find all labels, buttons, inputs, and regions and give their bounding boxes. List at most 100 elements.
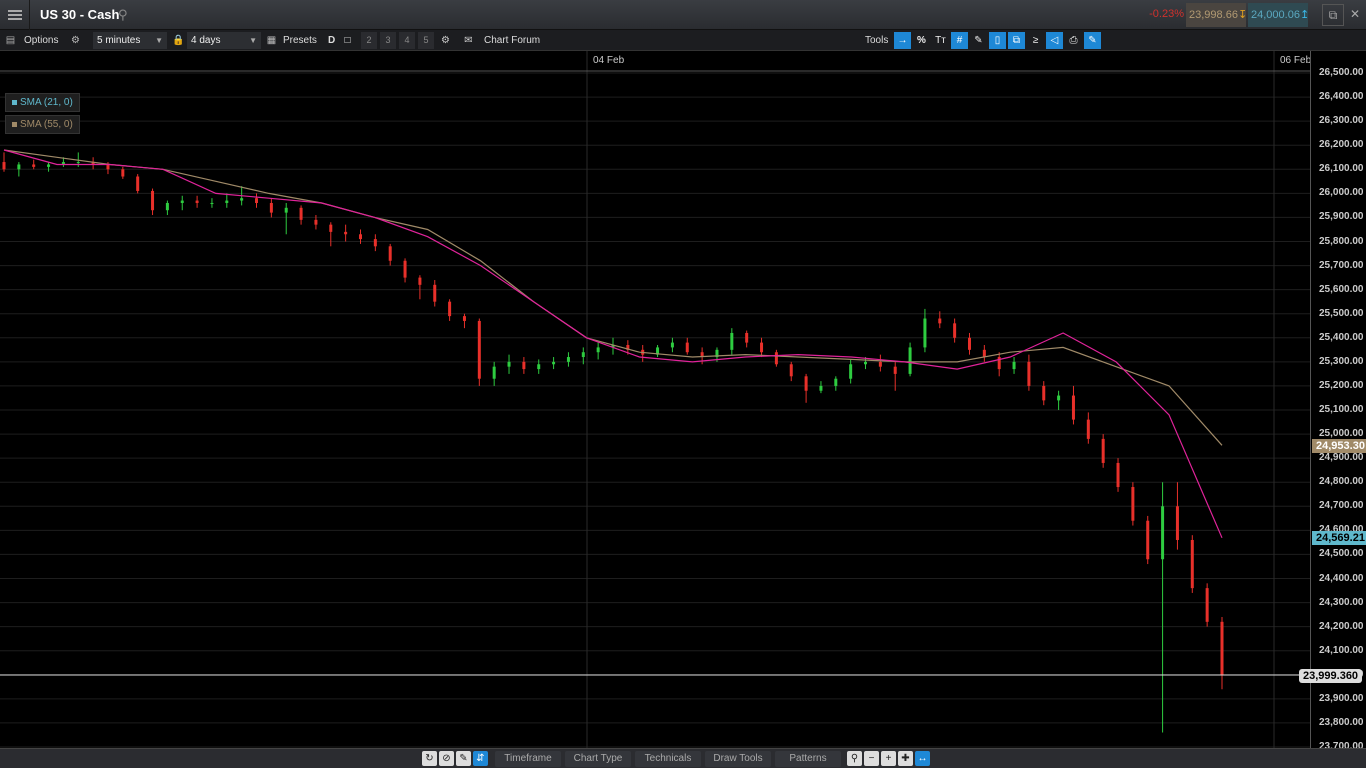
- price-axis[interactable]: [1310, 51, 1366, 748]
- candle-body[interactable]: [373, 239, 377, 247]
- candle-body[interactable]: [17, 164, 21, 170]
- candle-body[interactable]: [1175, 506, 1179, 540]
- cancel-icon[interactable]: ⊘: [439, 751, 454, 766]
- zoom-in-icon[interactable]: +: [881, 751, 896, 766]
- candle-body[interactable]: [1042, 385, 1046, 401]
- candle-body[interactable]: [1116, 462, 1120, 488]
- candle-body[interactable]: [180, 200, 184, 203]
- candle-body[interactable]: [492, 366, 496, 379]
- candle-body[interactable]: [953, 323, 957, 338]
- pencil-icon[interactable]: ✎: [456, 751, 471, 766]
- options-icon[interactable]: ▤: [2, 32, 19, 49]
- candle-body[interactable]: [1190, 539, 1194, 589]
- candle-body[interactable]: [552, 361, 556, 365]
- candle-body[interactable]: [76, 162, 80, 164]
- text-tool-icon[interactable]: Tт: [932, 32, 949, 49]
- candle-body[interactable]: [32, 164, 36, 167]
- indicator-icon[interactable]: ≥: [1027, 32, 1044, 49]
- window-1-icon[interactable]: □: [339, 32, 356, 49]
- candle-body[interactable]: [685, 342, 689, 353]
- zoom-icon[interactable]: ⧉: [1008, 32, 1025, 49]
- buy-button[interactable]: 24,000.06↥: [1248, 3, 1309, 27]
- candle-body[interactable]: [225, 200, 229, 203]
- candle-body[interactable]: [269, 202, 273, 213]
- candle-body[interactable]: [388, 246, 392, 261]
- candle-body[interactable]: [329, 224, 333, 232]
- candle-body[interactable]: [1205, 588, 1209, 622]
- search-icon[interactable]: ⚲: [118, 7, 128, 23]
- candle-body[interactable]: [1071, 395, 1075, 420]
- candle-body[interactable]: [195, 200, 199, 203]
- candle-body[interactable]: [804, 376, 808, 391]
- candle-body[interactable]: [448, 301, 452, 317]
- candle-body[interactable]: [314, 219, 318, 225]
- refresh-icon[interactable]: ↻: [422, 751, 437, 766]
- chart-area[interactable]: 04 Feb 06 Feb SMA (21, 0) SMA (55, 0): [0, 51, 1366, 748]
- candle-body[interactable]: [418, 277, 422, 285]
- interval-select[interactable]: 5 minutes ▼: [93, 32, 167, 49]
- candle-body[interactable]: [477, 320, 481, 379]
- candle-body[interactable]: [2, 162, 6, 170]
- layout-2-button[interactable]: 2: [361, 32, 377, 49]
- candle-body[interactable]: [730, 332, 734, 350]
- candle-body[interactable]: [344, 231, 348, 235]
- candle-body[interactable]: [864, 361, 868, 365]
- lock-icon[interactable]: 🔒: [170, 32, 187, 49]
- candle-body[interactable]: [358, 234, 362, 240]
- search-icon[interactable]: ⚲: [847, 751, 862, 766]
- candle-body[interactable]: [136, 176, 140, 191]
- updown-icon[interactable]: ⇵: [473, 751, 488, 766]
- chat-icon[interactable]: ✉: [460, 32, 477, 49]
- calendar-icon[interactable]: ▦: [263, 32, 280, 49]
- candle-body[interactable]: [121, 169, 125, 177]
- presets-button[interactable]: Presets: [283, 32, 317, 49]
- options-button[interactable]: Options: [24, 32, 58, 49]
- layout-4-button[interactable]: 4: [399, 32, 415, 49]
- candle-body[interactable]: [908, 347, 912, 374]
- candle-body[interactable]: [537, 364, 541, 370]
- candle-body[interactable]: [834, 378, 838, 386]
- daily-button[interactable]: D: [328, 32, 335, 49]
- range-select[interactable]: 4 days ▼: [187, 32, 261, 49]
- candle-body[interactable]: [923, 318, 927, 348]
- tab-draw-tools[interactable]: Draw Tools: [705, 751, 771, 767]
- scroll-icon[interactable]: ↔: [915, 751, 930, 766]
- candle-body[interactable]: [1220, 621, 1224, 676]
- candle-body[interactable]: [967, 337, 971, 350]
- candle-body[interactable]: [938, 318, 942, 324]
- percent-button[interactable]: %: [913, 32, 930, 49]
- candle-body[interactable]: [462, 316, 466, 321]
- sma55-line[interactable]: [3, 149, 1223, 446]
- price-chart[interactable]: [0, 51, 1310, 748]
- candle-body[interactable]: [581, 352, 585, 358]
- candle-body[interactable]: [893, 366, 897, 374]
- candle-body[interactable]: [106, 164, 110, 170]
- candle-body[interactable]: [982, 349, 986, 358]
- tag-icon[interactable]: ◁: [1046, 32, 1063, 49]
- candle-body[interactable]: [210, 202, 214, 204]
- candle-body[interactable]: [878, 361, 882, 367]
- candle-body[interactable]: [284, 207, 288, 213]
- candle-body[interactable]: [433, 284, 437, 302]
- zoom-out-icon[interactable]: −: [864, 751, 879, 766]
- menu-button[interactable]: [0, 0, 30, 30]
- candle-body[interactable]: [760, 342, 764, 353]
- candle-body[interactable]: [1027, 361, 1031, 386]
- candle-body[interactable]: [670, 342, 674, 348]
- candle-body[interactable]: [403, 260, 407, 278]
- candle-body[interactable]: [774, 352, 778, 365]
- settings-icon[interactable]: ⚙: [437, 32, 454, 49]
- tab-patterns[interactable]: Patterns: [775, 751, 841, 767]
- candle-body[interactable]: [255, 198, 259, 203]
- candle-body[interactable]: [151, 190, 155, 211]
- crosshair-tool-icon[interactable]: →: [894, 32, 911, 49]
- candle-body[interactable]: [47, 164, 51, 167]
- candle-body[interactable]: [1012, 361, 1016, 370]
- sell-button[interactable]: 23,998.66↧: [1186, 3, 1247, 27]
- candle-body[interactable]: [165, 202, 169, 211]
- legend-sma21[interactable]: SMA (21, 0): [5, 93, 80, 112]
- candle-body[interactable]: [1161, 506, 1165, 560]
- candle-body[interactable]: [522, 361, 526, 370]
- candle-icon[interactable]: ▯: [989, 32, 1006, 49]
- candle-body[interactable]: [819, 385, 823, 391]
